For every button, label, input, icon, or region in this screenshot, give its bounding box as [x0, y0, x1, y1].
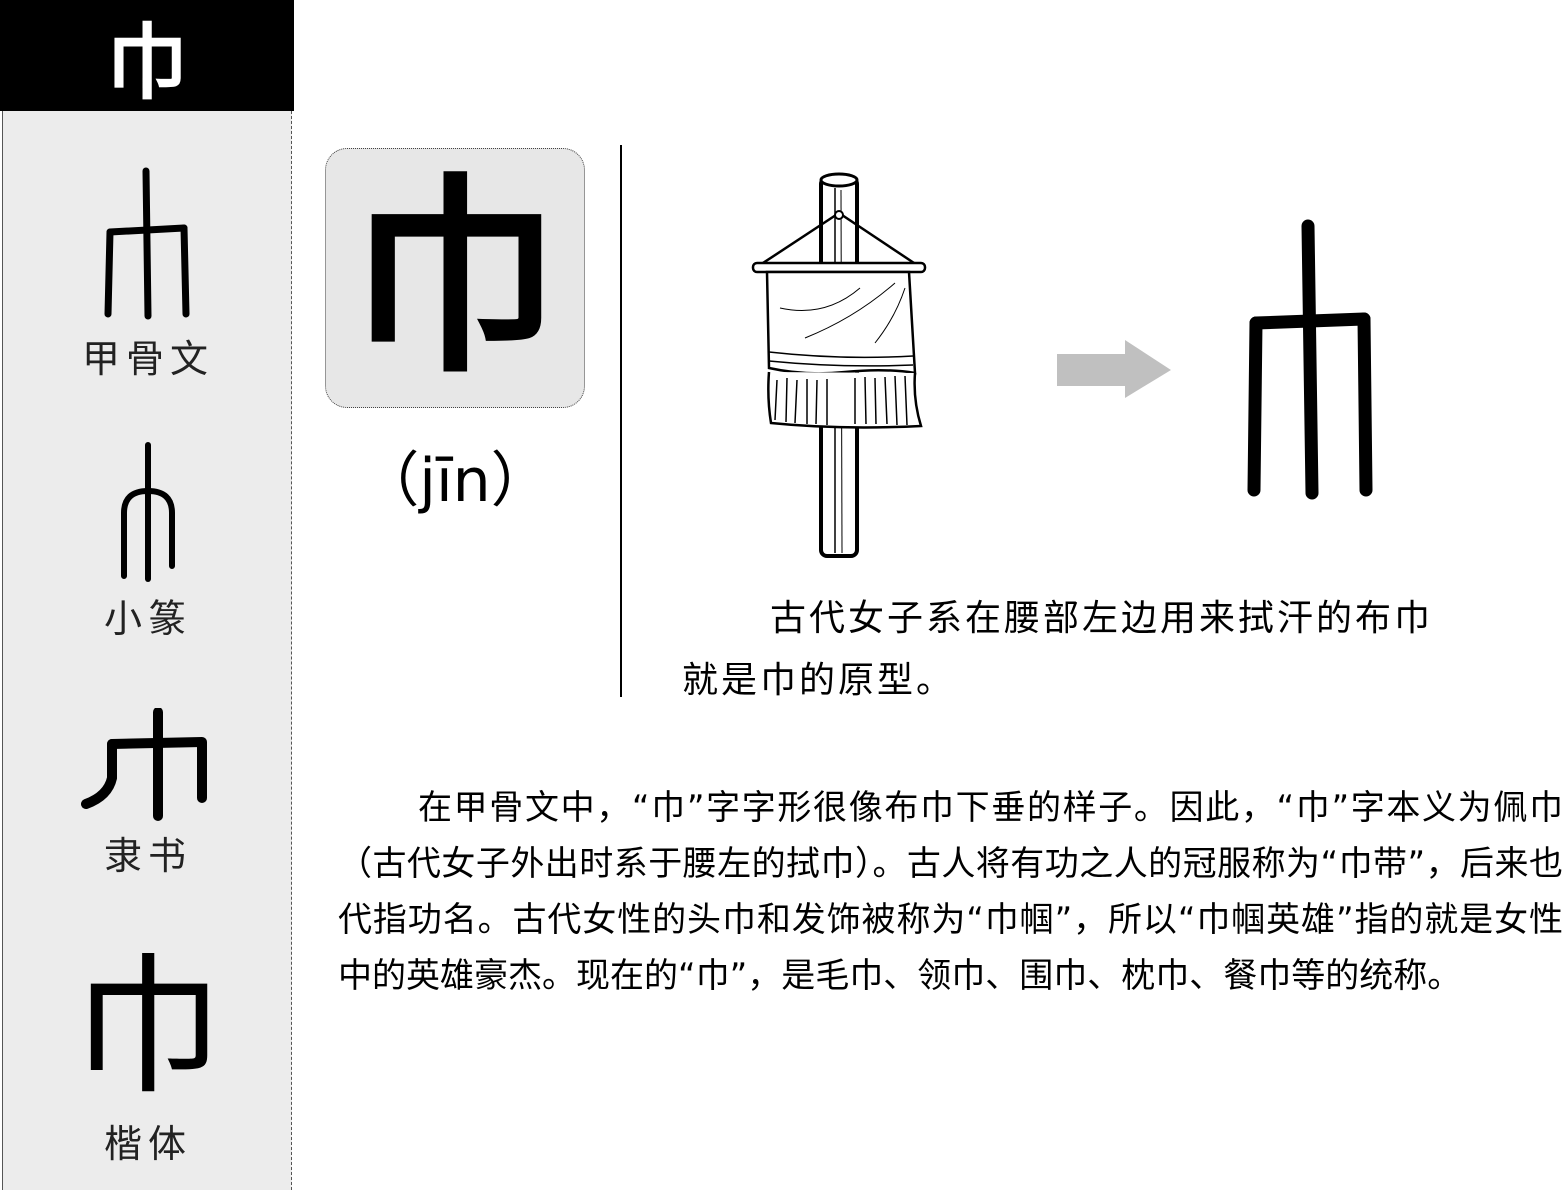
vertical-divider [620, 145, 622, 697]
script-forms-sidebar: 甲骨文 小篆 隶书 巾 楷体 [2, 111, 292, 1190]
description-paragraph: 在甲骨文中，“巾”字字形很像布巾下垂的样子。因此，“巾”字本义为佩巾（古代女子外… [338, 788, 1563, 996]
script-label: 小篆 [103, 597, 192, 641]
script-label: 隶书 [103, 834, 192, 878]
title-character: 巾 [0, 0, 294, 111]
oracle-bone-script: 甲骨文 [3, 166, 293, 383]
clerical-script: 隶书 [3, 708, 293, 880]
illustration-caption: 古代女子系在腰部左边用来拭汗的布巾 就是巾的原型。 [682, 588, 1462, 712]
small-seal-glyph [121, 442, 175, 582]
regular-script-glyph: 巾 [72, 941, 223, 1115]
right-arrow-icon [1057, 340, 1171, 398]
script-label: 楷体 [103, 1122, 192, 1166]
pinyin: （jīn） [359, 446, 551, 516]
regular-script: 巾 楷体 [3, 953, 293, 1168]
main-character: 巾 [349, 154, 560, 401]
oracle-bone-glyph [104, 167, 190, 320]
small-seal-script: 小篆 [3, 441, 293, 643]
cloth-on-pole-illustration [751, 172, 927, 558]
caption-line: 古代女子系在腰部左边用来拭汗的布巾 [770, 598, 1434, 639]
oracle-bone-glyph [1247, 219, 1373, 500]
caption-line: 就是巾的原型。 [682, 660, 956, 701]
character-card: 巾 [325, 148, 585, 408]
clerical-glyph [81, 708, 207, 821]
script-label: 甲骨文 [81, 337, 214, 381]
